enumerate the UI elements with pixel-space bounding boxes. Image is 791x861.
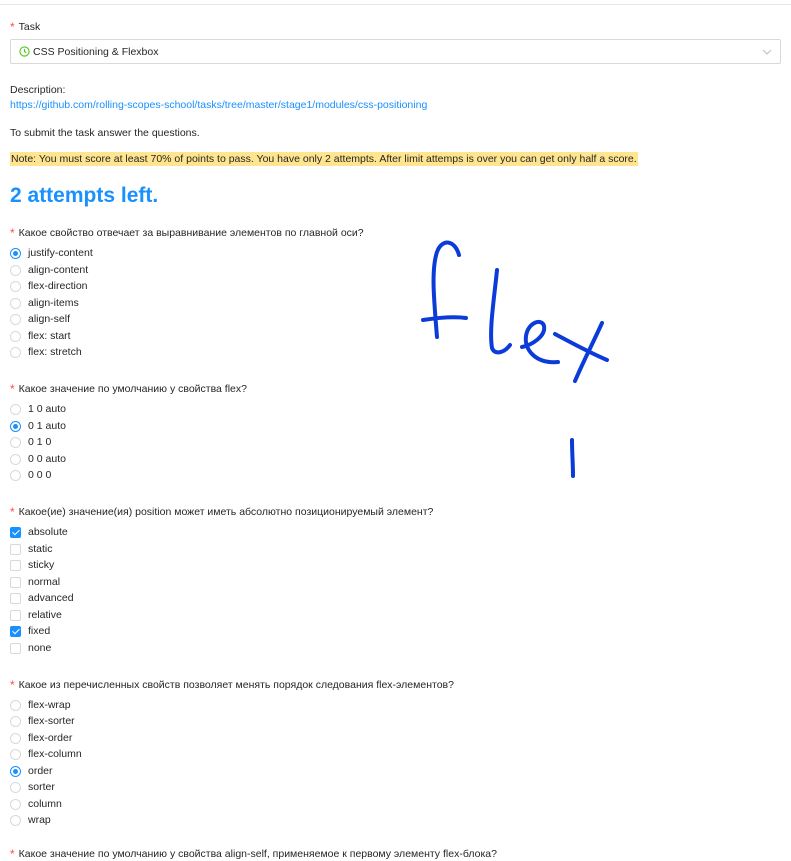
ink-letter-x-cross (573, 321, 604, 383)
ink-letter-x (553, 332, 609, 362)
ink-letter-l (489, 268, 512, 355)
handwritten-annotation (421, 240, 609, 478)
ink-letter-f (431, 240, 461, 339)
ink-letter-e (520, 319, 560, 365)
ink-letter-f-bar (421, 315, 468, 322)
ink-mark (570, 438, 575, 478)
